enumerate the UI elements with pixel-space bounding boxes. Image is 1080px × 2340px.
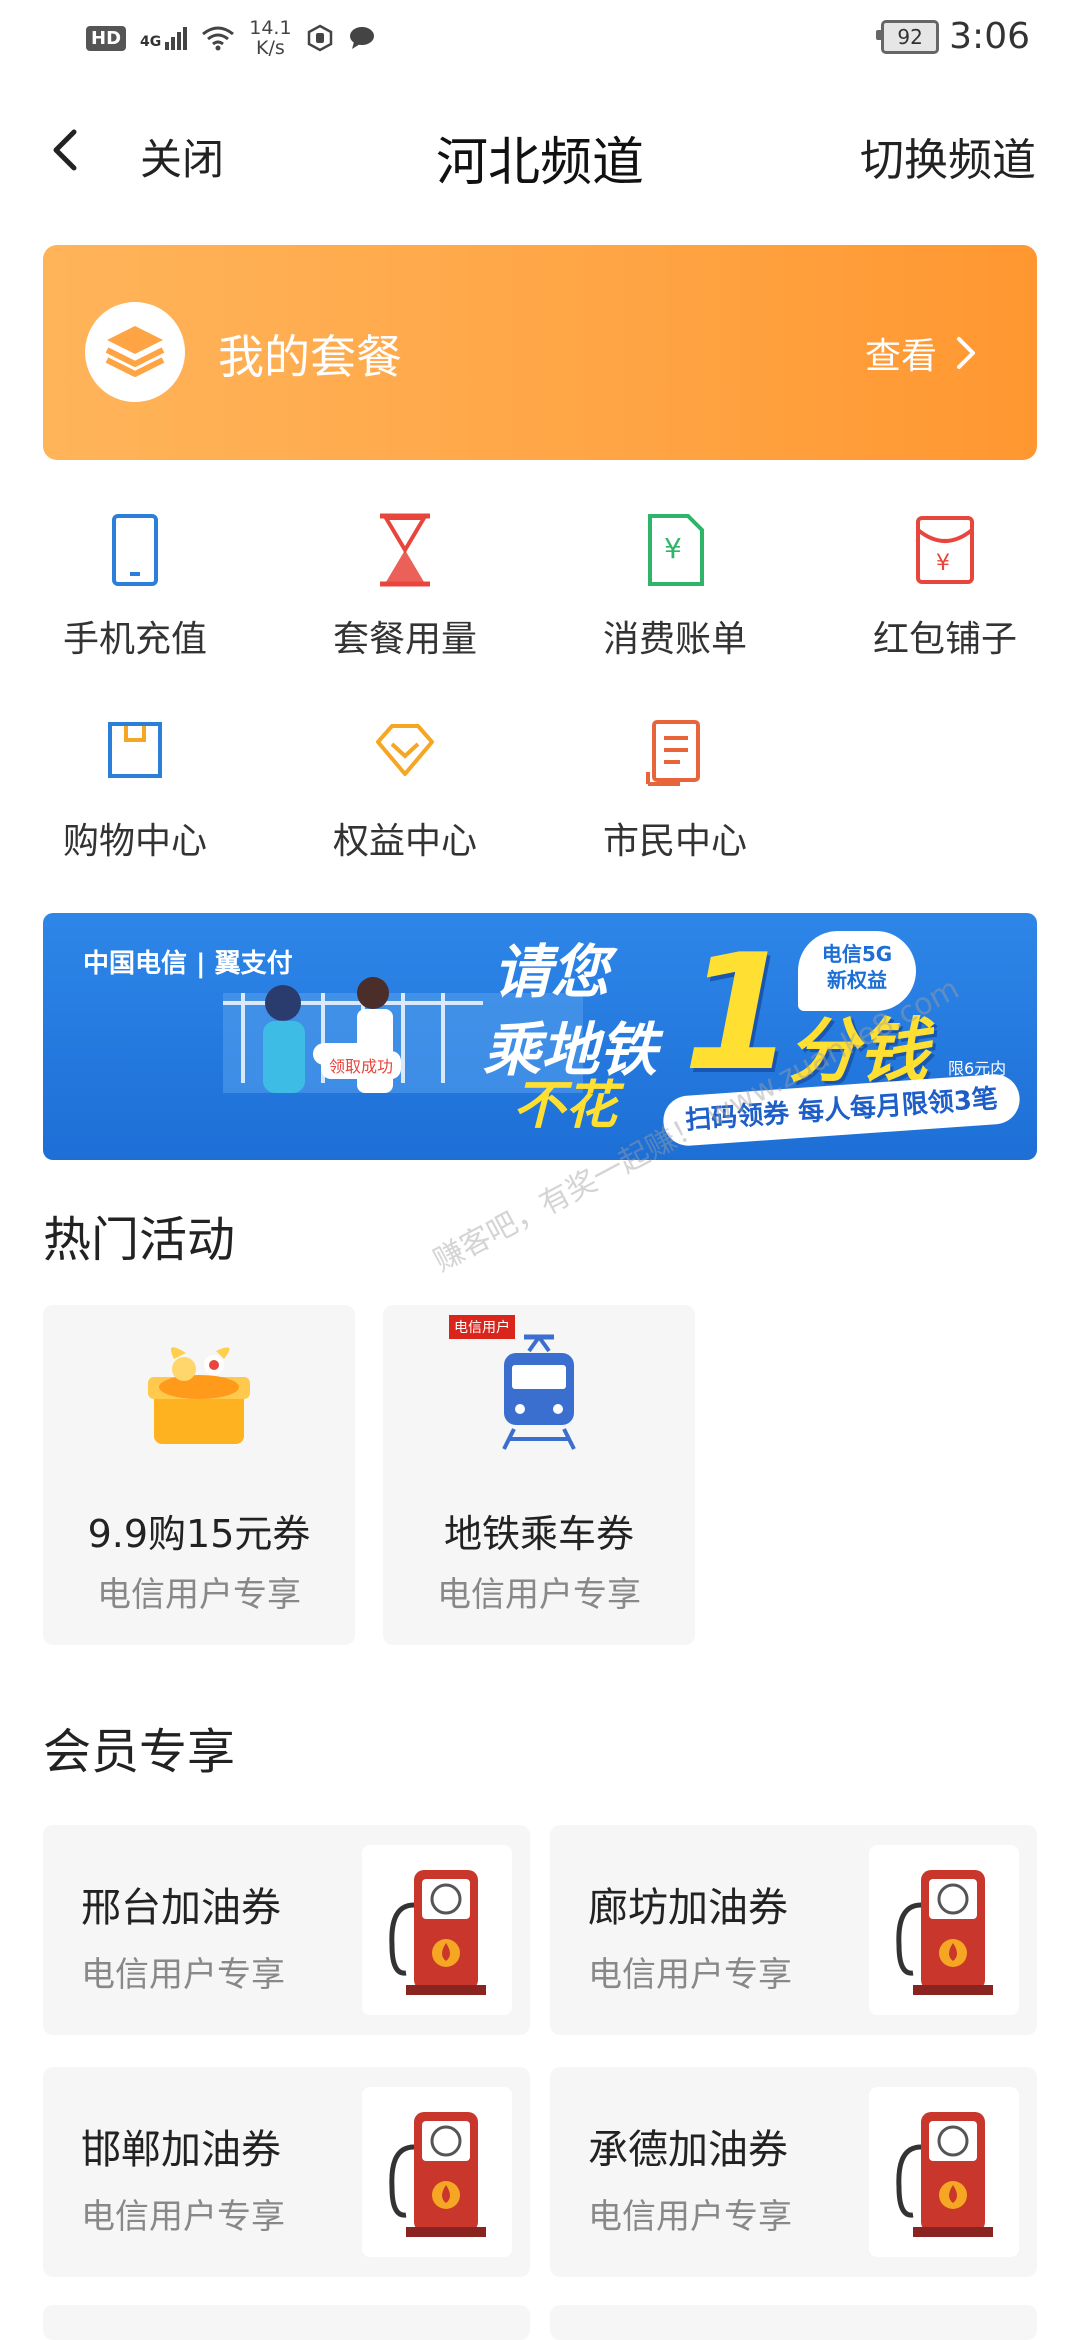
member-card-title: 邢台加油券 bbox=[81, 1885, 281, 1931]
hand-icon bbox=[307, 24, 332, 52]
member-section-title: 会员专享 bbox=[43, 1724, 236, 1780]
battery-icon: 92 bbox=[876, 19, 940, 54]
signal-icon: 4G bbox=[140, 26, 188, 50]
badge-line2: 新权益 bbox=[827, 968, 887, 992]
status-right: 92 3:06 bbox=[876, 16, 1030, 57]
chevron-right-icon bbox=[957, 337, 975, 369]
member-card-handan[interactable]: 邯郸加油券 电信用户专享 bbox=[43, 2067, 530, 2277]
hot-card-title: 地铁乘车券 bbox=[443, 1512, 634, 1556]
chat-icon bbox=[349, 27, 374, 49]
member-card-subtitle: 电信用户专享 bbox=[81, 1955, 285, 1995]
fuel-pump-icon bbox=[869, 1845, 1019, 2015]
wifi-icon bbox=[202, 26, 235, 51]
grid-label: 套餐用量 bbox=[332, 619, 477, 660]
member-card-subtitle: 电信用户专享 bbox=[81, 2197, 285, 2237]
member-card-title: 邯郸加油券 bbox=[81, 2127, 281, 2173]
member-card-subtitle: 电信用户专享 bbox=[588, 2197, 792, 2237]
net-speed: 14.1 K/s bbox=[249, 18, 291, 58]
member-card-title: 承德加油券 bbox=[588, 2127, 788, 2173]
promo-line3: 不花 bbox=[513, 1076, 618, 1136]
hot-section-title: 热门活动 bbox=[43, 1212, 236, 1268]
promo-toast: 领取成功 bbox=[321, 1051, 402, 1079]
fuel-pump-icon bbox=[362, 1845, 512, 2015]
view-label: 查看 bbox=[864, 336, 937, 377]
hot-card-subway[interactable]: 电信用户 地铁乘车券 电信用户专享 bbox=[383, 1305, 695, 1645]
grid-label: 权益中心 bbox=[332, 821, 477, 862]
svg-text:¥: ¥ bbox=[664, 532, 682, 565]
package-title: 我的套餐 bbox=[218, 330, 402, 384]
diamond-icon bbox=[376, 724, 434, 776]
back-arrow-icon[interactable] bbox=[40, 120, 100, 180]
member-card-title: 廊坊加油券 bbox=[588, 1885, 788, 1931]
grid-item-bill[interactable]: ¥ 消费账单 bbox=[540, 510, 810, 662]
phone-icon bbox=[112, 514, 158, 586]
net-type: 4G bbox=[140, 33, 162, 50]
member-card-xingtai[interactable]: 邢台加油券 电信用户专享 bbox=[43, 1825, 530, 2035]
red-envelope-icon: ¥ bbox=[916, 516, 974, 584]
grid-item-citizen[interactable]: 市民中心 bbox=[540, 712, 810, 864]
hot-card-subtitle: 电信用户专享 bbox=[437, 1575, 641, 1615]
grid-label: 红包铺子 bbox=[872, 619, 1017, 660]
badge-line1: 电信5G bbox=[821, 942, 893, 966]
grid-label: 购物中心 bbox=[62, 821, 207, 862]
promo-line1: 请您 bbox=[493, 938, 610, 1006]
svg-text:¥: ¥ bbox=[936, 551, 950, 576]
member-card-partial[interactable] bbox=[550, 2305, 1037, 2340]
net-speed-unit: K/s bbox=[256, 37, 285, 59]
view-package-link[interactable]: 查看 bbox=[865, 327, 977, 379]
status-left: HD 4G 14.1 K/s bbox=[86, 18, 376, 58]
grid-item-recharge[interactable]: 手机充值 bbox=[0, 510, 270, 662]
net-speed-value: 14.1 bbox=[249, 17, 292, 39]
hot-card-subtitle: 电信用户专享 bbox=[97, 1575, 301, 1615]
fuel-pump-icon bbox=[869, 2087, 1019, 2257]
grid-label: 手机充值 bbox=[62, 619, 207, 660]
grid-item-red-envelope[interactable]: ¥ 红包铺子 bbox=[810, 510, 1080, 662]
grid-item-rights[interactable]: 权益中心 bbox=[270, 712, 540, 864]
hot-card-voucher[interactable]: 9.9购15元券 电信用户专享 bbox=[43, 1305, 355, 1645]
status-bar: HD 4G 14.1 K/s 92 3:06 bbox=[0, 0, 1080, 90]
package-layers-icon bbox=[85, 302, 185, 402]
member-card-langfang[interactable]: 廊坊加油券 电信用户专享 bbox=[550, 1825, 1037, 2035]
hot-card-title: 9.9购15元券 bbox=[87, 1512, 311, 1556]
member-card-partial[interactable] bbox=[43, 2305, 530, 2340]
clock: 3:06 bbox=[949, 16, 1030, 57]
nav-bar: 关闭 河北频道 切换频道 bbox=[0, 90, 1080, 210]
member-card-subtitle: 电信用户专享 bbox=[588, 1955, 792, 1995]
grid-label: 市民中心 bbox=[602, 821, 747, 862]
grid-label: 消费账单 bbox=[602, 619, 747, 660]
fuel-pump-icon bbox=[362, 2087, 512, 2257]
member-card-chengde[interactable]: 承德加油券 电信用户专享 bbox=[550, 2067, 1037, 2277]
close-button[interactable]: 关闭 bbox=[140, 126, 224, 187]
hd-badge: HD bbox=[86, 25, 127, 51]
grid-item-usage[interactable]: 套餐用量 bbox=[270, 510, 540, 662]
shopping-bag-icon bbox=[108, 722, 162, 778]
citizen-doc-icon bbox=[646, 720, 700, 786]
bill-icon: ¥ bbox=[648, 514, 704, 586]
hourglass-icon bbox=[380, 513, 430, 587]
train-icon bbox=[502, 1334, 576, 1450]
switch-channel-button[interactable]: 切换频道 bbox=[860, 124, 1036, 188]
grid-item-shopping[interactable]: 购物中心 bbox=[0, 712, 270, 864]
gift-box-icon bbox=[148, 1347, 250, 1444]
my-package-banner[interactable]: 我的套餐 查看 bbox=[43, 245, 1037, 460]
